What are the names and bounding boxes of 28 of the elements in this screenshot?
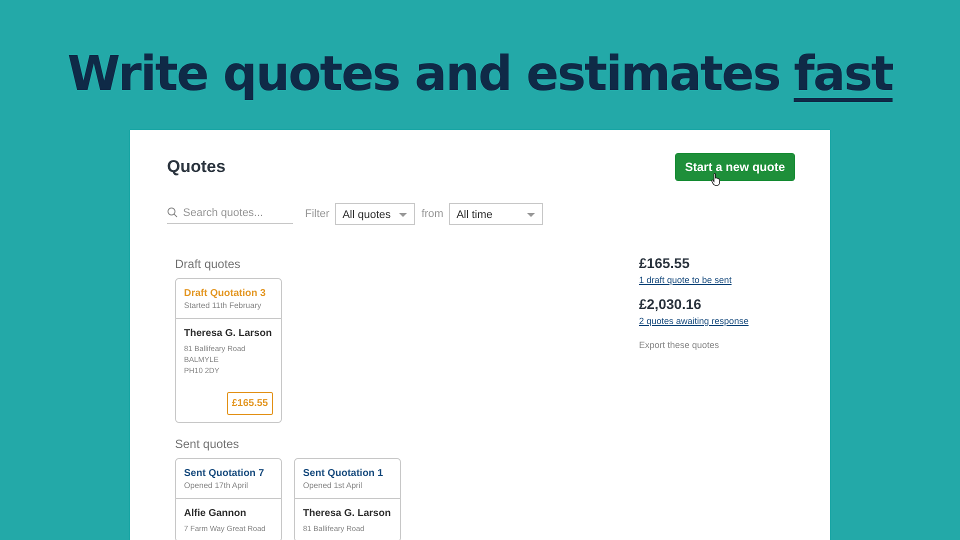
hand-cursor-icon [710,173,721,186]
headline: Write quotes and estimates fast [67,45,893,104]
quote-date: Started 11th February [184,301,262,310]
section-title: Draft quotes [175,257,242,271]
summary-amount: £165.55 [639,255,691,271]
caret-icon [527,213,536,217]
search-icon [167,207,178,218]
amount-badge: £165.55 [226,392,273,415]
quote-title: Sent Quotation 7 [184,468,265,479]
quote-date: Opened 17th April [184,481,250,490]
summary-amount: £2,030.16 [639,296,702,312]
from-label: from [421,208,444,220]
caret-icon [399,213,408,217]
filter-dropdown[interactable]: All quotes [335,203,416,225]
filter-label: Filter [305,208,330,220]
export-link[interactable]: Export these quotes [639,340,795,350]
summary-link[interactable]: 1 draft quote to be sent [639,275,795,285]
customer-name: Theresa G. Larson [184,328,273,339]
start-quote-button[interactable]: Start a new quote [674,153,795,181]
quote-title: Draft Quotation 3 [184,288,267,299]
quote-date: Opened 1st April [303,481,364,490]
page-title: Quotes [167,157,226,177]
time-dropdown[interactable]: All time [449,203,544,225]
summary-link[interactable]: 2 quotes awaiting response [639,316,795,326]
customer-name: Alfie Gannon [184,508,248,519]
section-title: Sent quotes [175,437,240,451]
quote-title: Sent Quotation 1 [303,468,384,479]
customer-name: Theresa G. Larson [303,508,392,519]
